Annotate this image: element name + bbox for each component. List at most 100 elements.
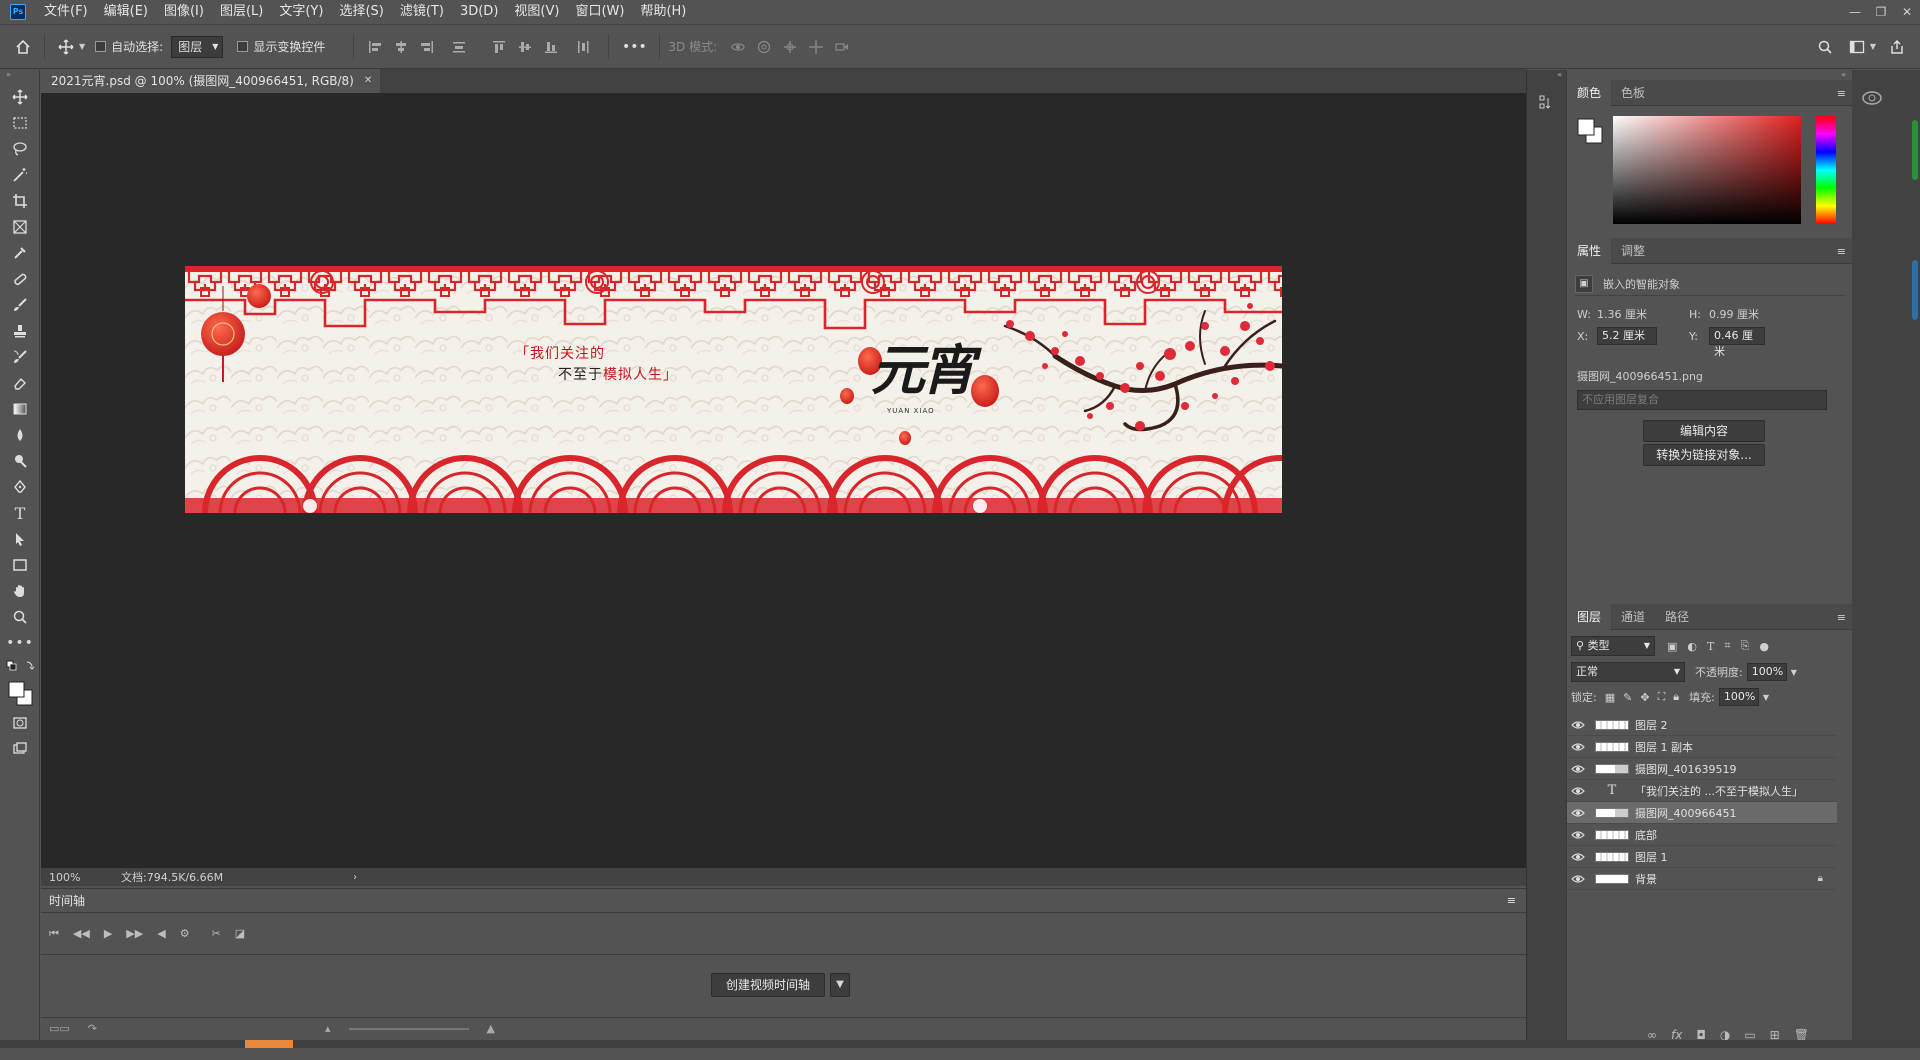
- layer-row[interactable]: T 「我们关注的 ...不至于模拟人生」: [1567, 780, 1837, 802]
- lock-artboard-icon[interactable]: ⛶: [1658, 690, 1666, 704]
- filter-smart-object-icon[interactable]: ⎘: [1741, 639, 1750, 653]
- visibility-eye-icon[interactable]: [1567, 808, 1589, 818]
- quick-mask-icon[interactable]: [0, 710, 40, 736]
- go-to-first-frame-icon[interactable]: ⏮: [49, 927, 59, 941]
- history-panel-icon[interactable]: [1537, 94, 1566, 112]
- fg-bg-swatch-icon[interactable]: [1575, 116, 1605, 146]
- eyedropper-tool-icon[interactable]: [0, 240, 40, 266]
- zoom-level[interactable]: 100%: [41, 871, 95, 884]
- distribute-icon[interactable]: [450, 38, 468, 56]
- render-video-icon[interactable]: ↷: [88, 1022, 97, 1035]
- tab-swatches[interactable]: 色板: [1611, 80, 1655, 106]
- layer-row[interactable]: 图层 1 副本: [1567, 736, 1837, 758]
- color-panel-menu-icon[interactable]: ≡: [1837, 87, 1846, 100]
- minimize-icon[interactable]: —: [1842, 5, 1868, 19]
- 3d-roll-icon[interactable]: [755, 38, 773, 56]
- zoom-tool-icon[interactable]: [0, 604, 40, 630]
- next-frame-icon[interactable]: ▶▶: [126, 927, 143, 940]
- path-selection-tool-icon[interactable]: [0, 526, 40, 552]
- restore-icon[interactable]: ❐: [1868, 5, 1894, 19]
- audio-icon[interactable]: ◀: [157, 927, 165, 940]
- close-icon[interactable]: ✕: [1894, 5, 1920, 19]
- menu-item[interactable]: 窗口(W): [567, 0, 632, 24]
- zoom-out-mountain-icon[interactable]: ▴: [325, 1022, 331, 1035]
- menu-item[interactable]: 帮助(H): [632, 0, 694, 24]
- more-options-icon[interactable]: •••: [621, 38, 647, 56]
- lock-icon[interactable]: 🔒︎: [1818, 873, 1823, 884]
- menu-item[interactable]: 选择(S): [331, 0, 391, 24]
- scroll-indicator-blue[interactable]: [1912, 260, 1918, 320]
- tab-layers[interactable]: 图层: [1567, 603, 1612, 630]
- workspace-chevron-icon[interactable]: ▼: [1870, 42, 1876, 51]
- distribute-vertical-icon[interactable]: [574, 38, 592, 56]
- move-tool-icon[interactable]: [57, 38, 75, 56]
- blend-mode-select[interactable]: 正常 ▼: [1571, 662, 1685, 682]
- visibility-eye-icon[interactable]: [1567, 786, 1589, 796]
- tab-paths[interactable]: 路径: [1655, 604, 1699, 630]
- 3d-orbit-icon[interactable]: [729, 38, 747, 56]
- magic-wand-tool-icon[interactable]: [0, 162, 40, 188]
- layer-comp-select[interactable]: 不应用图层复合: [1577, 390, 1827, 410]
- libraries-cloud-icon[interactable]: [1860, 88, 1920, 106]
- status-arrow-icon[interactable]: ›: [223, 872, 357, 883]
- crop-tool-icon[interactable]: [0, 188, 40, 214]
- rectangle-tool-icon[interactable]: [0, 552, 40, 578]
- layer-row[interactable]: 摄图网_400966451: [1567, 802, 1837, 824]
- opacity-chevron-icon[interactable]: ▼: [1791, 668, 1797, 677]
- menu-item[interactable]: 视图(V): [506, 0, 567, 24]
- split-scissors-icon[interactable]: ✂: [212, 927, 221, 940]
- lock-all-icon[interactable]: 🔒︎: [1673, 690, 1679, 704]
- filter-shape-icon[interactable]: ⌗: [1724, 639, 1730, 653]
- 3d-scale-icon[interactable]: [833, 38, 851, 56]
- frame-rate-icon[interactable]: ▭▭: [49, 1022, 70, 1035]
- align-middle-icon[interactable]: [516, 38, 534, 56]
- align-center-icon[interactable]: [392, 38, 410, 56]
- dock-collapse-icon[interactable]: «: [1527, 70, 1566, 84]
- timeline-mode-chevron-icon[interactable]: ▼: [830, 973, 850, 997]
- previous-frame-icon[interactable]: ◀◀: [73, 927, 90, 940]
- timeline-zoom-slider[interactable]: [348, 1027, 469, 1030]
- pen-tool-icon[interactable]: [0, 474, 40, 500]
- panels-collapse-icon[interactable]: «: [1567, 70, 1852, 80]
- move-tool-icon[interactable]: [0, 84, 40, 110]
- visibility-eye-icon[interactable]: [1567, 742, 1589, 752]
- 3d-pan-icon[interactable]: [781, 38, 799, 56]
- close-tab-icon[interactable]: ✕: [364, 69, 372, 93]
- fill-chevron-icon[interactable]: ▼: [1763, 693, 1769, 702]
- layer-row[interactable]: 背景 🔒︎: [1567, 868, 1837, 890]
- hue-slider[interactable]: [1816, 116, 1836, 224]
- workspace-icon[interactable]: [1848, 38, 1866, 56]
- layer-row[interactable]: 底部: [1567, 824, 1837, 846]
- tab-properties[interactable]: 属性: [1567, 237, 1612, 264]
- layer-row[interactable]: 图层 1: [1567, 846, 1837, 868]
- home-icon[interactable]: [14, 38, 32, 56]
- show-transform-checkbox[interactable]: [237, 41, 249, 52]
- lasso-tool-icon[interactable]: [0, 136, 40, 162]
- clone-stamp-tool-icon[interactable]: [0, 318, 40, 344]
- marquee-tool-icon[interactable]: [0, 110, 40, 136]
- width-value[interactable]: 1.36 厘米: [1597, 306, 1689, 322]
- fill-input[interactable]: 100%: [1718, 688, 1759, 706]
- tool-preset-chevron-icon[interactable]: ▼: [79, 42, 85, 51]
- height-value[interactable]: 0.99 厘米: [1709, 306, 1759, 322]
- blur-tool-icon[interactable]: [0, 422, 40, 448]
- document-tab[interactable]: 2021元宵.psd @ 100% (摄图网_400966451, RGB/8)…: [41, 69, 381, 93]
- align-top-icon[interactable]: [490, 38, 508, 56]
- filter-pixel-icon[interactable]: ▣: [1667, 640, 1677, 653]
- create-video-timeline-button[interactable]: 创建视频时间轴: [711, 973, 826, 997]
- filter-adjustment-icon[interactable]: ◐: [1687, 640, 1697, 653]
- filter-toggle-icon[interactable]: ●: [1759, 640, 1769, 653]
- timeline-menu-icon[interactable]: ≡: [1507, 894, 1516, 907]
- timeline-title[interactable]: 时间轴: [49, 892, 85, 909]
- healing-brush-tool-icon[interactable]: [0, 266, 40, 292]
- frame-tool-icon[interactable]: [0, 214, 40, 240]
- type-tool-icon[interactable]: T: [0, 500, 40, 526]
- lock-transparent-icon[interactable]: ▦: [1605, 691, 1615, 704]
- align-bottom-icon[interactable]: [542, 38, 560, 56]
- brush-tool-icon[interactable]: [0, 292, 40, 318]
- tab-channels[interactable]: 通道: [1611, 604, 1655, 630]
- zoom-in-mountain-icon[interactable]: ▲: [487, 1022, 495, 1035]
- collapse-toolbar-icon[interactable]: »: [0, 70, 39, 84]
- screen-mode-icon[interactable]: [0, 736, 40, 762]
- menu-item[interactable]: 文字(Y): [271, 0, 331, 24]
